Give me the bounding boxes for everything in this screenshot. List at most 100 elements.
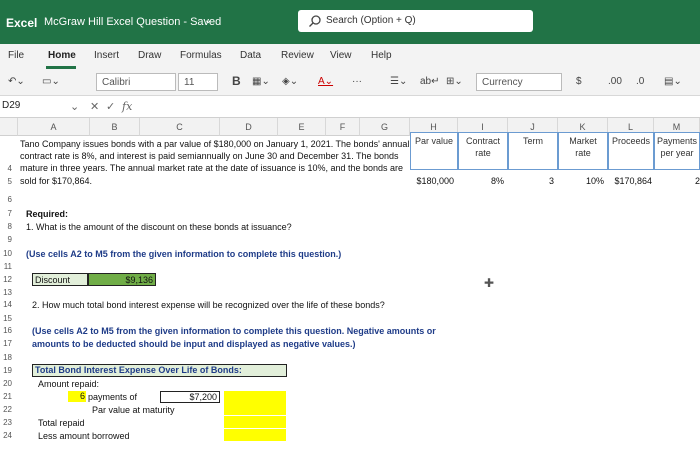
discount-value-cell[interactable]: $9,136 xyxy=(88,273,156,286)
problem-text-line-2: contract rate is 8%, and interest is pai… xyxy=(20,151,399,161)
row-header-18[interactable]: 18 xyxy=(0,353,12,362)
row-header-15[interactable]: 15 xyxy=(0,314,12,323)
tab-view[interactable]: View xyxy=(330,50,352,61)
tab-home[interactable]: Home xyxy=(48,50,76,61)
enter-button[interactable]: ✓ xyxy=(106,100,115,113)
font-color-icon[interactable]: A⌄ xyxy=(318,76,333,87)
undo-icon[interactable]: ↶⌄ xyxy=(8,76,25,87)
select-all-corner[interactable] xyxy=(0,118,18,136)
row-header-8[interactable]: 8 xyxy=(0,222,12,231)
row-header-12[interactable]: 12 xyxy=(0,275,12,284)
par-at-maturity-input[interactable] xyxy=(224,403,286,415)
problem-text-line-1: Tano Company issues bonds with a par val… xyxy=(20,139,410,149)
problem-text-line-3: mature in three years. The annual market… xyxy=(20,163,404,173)
row-header-20[interactable]: 20 xyxy=(0,379,12,388)
tab-data[interactable]: Data xyxy=(240,50,261,61)
question-1: 1. What is the amount of the discount on… xyxy=(26,222,292,232)
header-par-value-label: Par value xyxy=(414,136,454,146)
header-payments-line-1: Payments xyxy=(656,136,698,146)
total-repaid-label: Total repaid xyxy=(38,418,85,428)
header-contract-rate-line-1: Contract xyxy=(465,136,500,146)
row-header-22[interactable]: 22 xyxy=(0,405,12,414)
row-header-11[interactable]: 11 xyxy=(0,262,12,271)
column-header-c[interactable]: C xyxy=(140,118,220,136)
less-borrowed-input[interactable] xyxy=(224,429,286,441)
title-bar: Excel McGraw Hill Excel Question - Saved… xyxy=(0,0,700,44)
fill-color-icon[interactable]: ◈⌄ xyxy=(282,76,298,87)
header-proceeds: Proceeds xyxy=(608,132,654,170)
conditional-format-icon[interactable]: ▤⌄ xyxy=(664,76,682,87)
row-header-14[interactable]: 14 xyxy=(0,300,12,309)
column-header-g[interactable]: G xyxy=(360,118,410,136)
increase-decimal-button[interactable]: .00 xyxy=(608,76,622,87)
less-borrowed-label: Less amount borrowed xyxy=(38,431,130,441)
amount-repaid-label: Amount repaid: xyxy=(38,379,100,389)
value-payments-per-year[interactable]: 2 xyxy=(654,176,700,186)
row-header-16[interactable]: 16 xyxy=(0,326,12,335)
more-icon[interactable]: ··· xyxy=(352,76,362,87)
tab-review[interactable]: Review xyxy=(281,50,314,61)
tab-help[interactable]: Help xyxy=(371,50,392,61)
cancel-button[interactable]: ✕ xyxy=(90,100,99,113)
row-header-7[interactable]: 7 xyxy=(0,209,12,218)
value-contract-rate[interactable]: 8% xyxy=(458,176,504,186)
active-tab-indicator xyxy=(46,66,76,69)
instruction-2b: amounts to be deducted should be input a… xyxy=(32,339,356,349)
row-header-9[interactable]: 9 xyxy=(0,235,12,244)
payment-amount-cell[interactable]: $7,200 xyxy=(160,391,220,403)
row-header-6[interactable]: 6 xyxy=(0,195,12,204)
par-at-maturity-label: Par value at maturity xyxy=(92,405,175,415)
tab-formulas[interactable]: Formulas xyxy=(180,50,222,61)
row-header-13[interactable]: 13 xyxy=(0,288,12,297)
column-header-e[interactable]: E xyxy=(278,118,326,136)
row-header-17[interactable]: 17 xyxy=(0,339,12,348)
payments-of-label: payments of xyxy=(88,392,138,402)
row-header-5[interactable]: 5 xyxy=(0,177,12,186)
document-title[interactable]: McGraw Hill Excel Question - Saved xyxy=(44,16,221,28)
value-proceeds[interactable]: $170,864 xyxy=(608,176,652,186)
borders-icon[interactable]: ▦⌄ xyxy=(252,76,270,87)
tab-insert[interactable]: Insert xyxy=(94,50,119,61)
table-title: Total Bond Interest Expense Over Life of… xyxy=(32,364,287,377)
column-header-b[interactable]: B xyxy=(90,118,140,136)
currency-button[interactable]: $ xyxy=(576,76,582,87)
formula-menu-icon[interactable]: ⌄ xyxy=(70,100,79,113)
clipboard-icon[interactable]: ▭⌄ xyxy=(42,76,60,87)
row-header-10[interactable]: 10 xyxy=(0,249,12,258)
discount-value: $9,136 xyxy=(125,275,153,285)
name-box[interactable]: D29 xyxy=(2,100,62,115)
function-button[interactable]: fx xyxy=(122,100,132,113)
align-icon[interactable]: ☰⌄ xyxy=(390,76,407,87)
row-header-21[interactable]: 21 xyxy=(0,392,12,401)
search-box[interactable]: Search (Option + Q) xyxy=(298,10,533,32)
tab-draw[interactable]: Draw xyxy=(138,50,161,61)
value-market-rate[interactable]: 10% xyxy=(558,176,604,186)
tab-file[interactable]: File xyxy=(8,50,24,61)
row-header-24[interactable]: 24 xyxy=(0,431,12,440)
payments-total-input[interactable] xyxy=(224,391,286,403)
decrease-decimal-button[interactable]: .0 xyxy=(636,76,644,87)
column-header-a[interactable]: A xyxy=(18,118,90,136)
wrap-text-icon[interactable]: ab↵ xyxy=(420,76,440,87)
row-header-23[interactable]: 23 xyxy=(0,418,12,427)
chevron-down-icon[interactable]: ⌄ xyxy=(204,15,212,26)
ribbon-tabs: File Home Insert Draw Formulas Data Revi… xyxy=(0,44,700,70)
row-header-4[interactable]: 4 xyxy=(0,164,12,173)
column-header-d[interactable]: D xyxy=(220,118,278,136)
value-par-value[interactable]: $180,000 xyxy=(410,176,454,186)
header-contract-rate-line-2: rate xyxy=(475,148,491,158)
font-size-select[interactable]: 11 xyxy=(178,73,218,91)
header-market-rate-line-1: Market xyxy=(569,136,597,146)
cell-cursor-icon: ✚ xyxy=(484,276,495,290)
number-format-select[interactable]: Currency xyxy=(476,73,562,91)
bold-button[interactable]: B xyxy=(232,74,241,88)
payment-amount-value: $7,200 xyxy=(189,392,217,402)
merge-icon[interactable]: ⊞⌄ xyxy=(446,76,463,87)
column-header-f[interactable]: F xyxy=(326,118,360,136)
value-term[interactable]: 3 xyxy=(508,176,554,186)
row-header-19[interactable]: 19 xyxy=(0,366,12,375)
total-repaid-input[interactable] xyxy=(224,416,286,428)
payments-count-input[interactable]: 6 xyxy=(68,391,86,402)
font-name-select[interactable]: Calibri xyxy=(96,73,176,91)
spreadsheet-grid[interactable]: A B C D E F G H I J K L M Tano Company i… xyxy=(0,118,700,451)
